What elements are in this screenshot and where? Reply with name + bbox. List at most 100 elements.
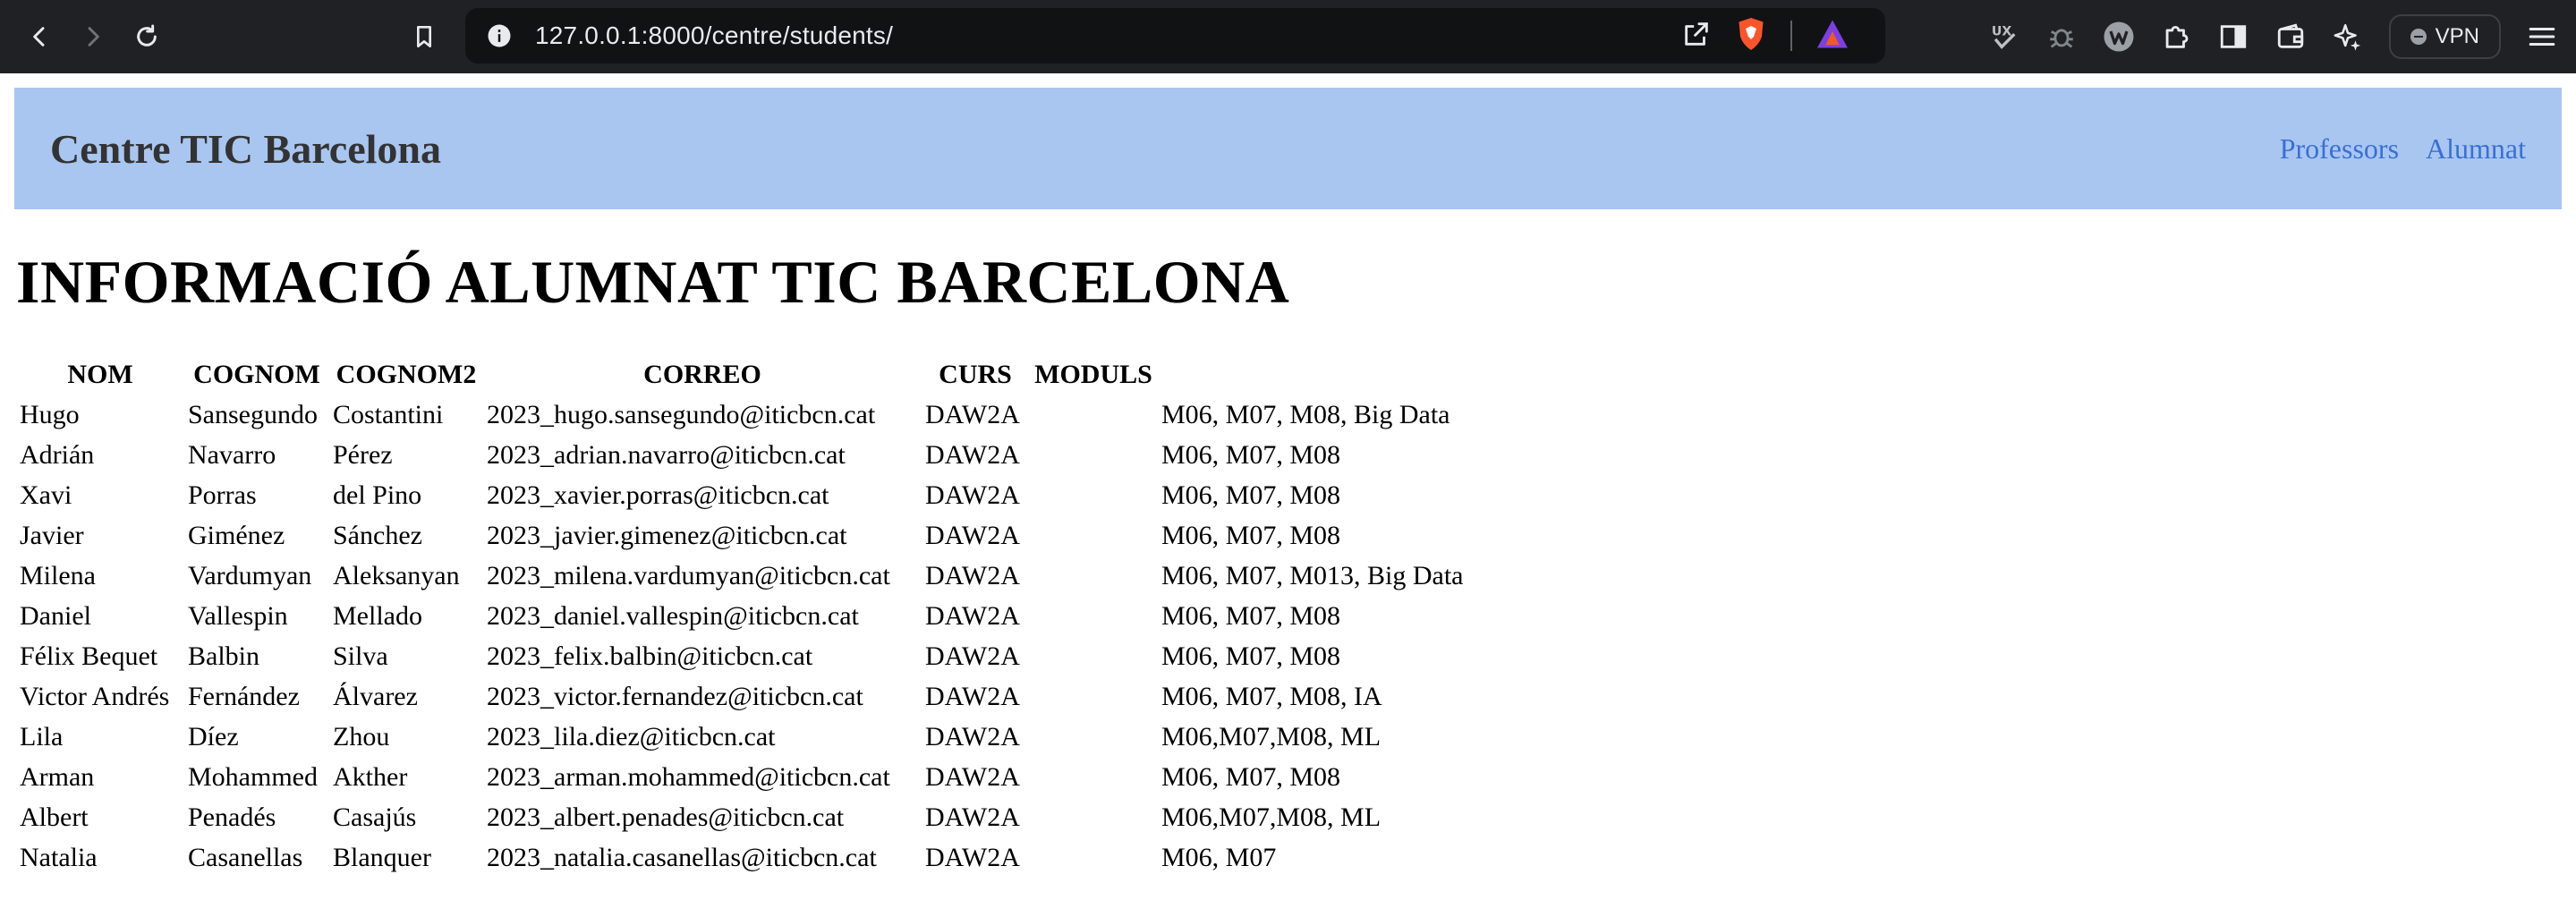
cell-empty	[1031, 596, 1156, 636]
cell-correo: 2023_albert.penades@iticbcn.cat	[487, 802, 845, 832]
cell-empty	[1031, 837, 1156, 878]
table-row: Félix Bequet Balbin Silva 2023_felix.bal…	[18, 636, 1535, 676]
column-header-empty	[1160, 355, 1535, 395]
reload-button[interactable]	[125, 15, 168, 58]
cell-curs: DAW2A	[925, 439, 1020, 470]
cell-moduls: M06, M07, M08	[1161, 761, 1341, 792]
table-row: Albert Penadés Casajús 2023_albert.penad…	[18, 797, 1535, 837]
cell-cognom: Vallespin	[188, 600, 288, 631]
cell-correo: 2023_xavier.porras@iticbcn.cat	[487, 480, 829, 510]
share-icon[interactable]	[1681, 19, 1712, 54]
cell-moduls: M06, M07, M08	[1161, 439, 1341, 470]
page-title: INFORMACIÓ ALUMNAT TIC BARCELONA	[16, 248, 1290, 316]
cell-curs: DAW2A	[925, 761, 1020, 792]
table-row: Adrián Navarro Pérez 2023_adrian.navarro…	[18, 435, 1535, 475]
cell-cognom2: Álvarez	[333, 681, 418, 711]
cell-cognom2: Pérez	[333, 439, 393, 470]
cell-moduls: M06, M07, M08	[1161, 641, 1341, 671]
cell-moduls: M06,M07,M08, ML	[1161, 721, 1382, 751]
wallet-icon[interactable]	[2274, 21, 2307, 53]
page-content: Centre TIC Barcelona Professors Alumnat …	[0, 73, 2576, 878]
cell-empty	[1031, 435, 1156, 475]
sidebar-icon[interactable]	[2217, 21, 2249, 53]
brave-rewards-icon[interactable]	[1815, 19, 1849, 54]
bug-extension-icon[interactable]	[2045, 21, 2078, 53]
cell-cognom: Penadés	[188, 802, 276, 832]
cell-curs: DAW2A	[925, 399, 1020, 429]
bookmark-button[interactable]	[403, 15, 446, 58]
table-row: Milena Vardumyan Aleksanyan 2023_milena.…	[18, 556, 1535, 596]
forward-button[interactable]	[72, 15, 115, 58]
cell-moduls: M06, M07, M08	[1161, 600, 1341, 631]
cell-empty	[1031, 556, 1156, 596]
cell-curs: DAW2A	[925, 560, 1020, 590]
cell-empty	[1031, 757, 1156, 797]
cell-empty	[1031, 515, 1156, 556]
cell-curs: DAW2A	[925, 480, 1020, 510]
nav-link-professors[interactable]: Professors	[2280, 132, 2399, 165]
cell-cognom: Fernández	[188, 681, 300, 711]
extensions-puzzle-icon[interactable]	[2160, 21, 2192, 53]
cell-nom: Milena	[20, 560, 96, 590]
cell-curs: DAW2A	[925, 842, 1020, 872]
site-header: Centre TIC Barcelona Professors Alumnat	[14, 88, 2562, 209]
cell-cognom2: Silva	[333, 641, 388, 671]
nav-link-alumnat[interactable]: Alumnat	[2426, 132, 2526, 165]
cell-moduls: M06, M07, M08	[1161, 480, 1341, 510]
cell-moduls: M06, M07	[1161, 842, 1277, 872]
brave-shield-icon[interactable]	[1735, 16, 1767, 56]
cell-nom: Arman	[20, 761, 95, 792]
cell-cognom2: Mellado	[333, 600, 422, 631]
url-text[interactable]: 127.0.0.1:8000/centre/students/	[535, 21, 893, 50]
wappalyzer-icon[interactable]	[2103, 21, 2135, 53]
address-bar[interactable]: 127.0.0.1:8000/centre/students/	[465, 8, 1885, 64]
students-table: NOM COGNOM COGNOM2 CORREO CURS MODULS Hu…	[14, 355, 1539, 878]
ux-extension-icon[interactable]: UX	[1988, 21, 2020, 53]
cell-empty	[1031, 797, 1156, 837]
cell-nom: Hugo	[20, 399, 80, 429]
cell-curs: DAW2A	[925, 802, 1020, 832]
column-header-curs: CURS	[939, 360, 1012, 389]
table-row: Victor Andrés Fernández Álvarez 2023_vic…	[18, 676, 1535, 717]
cell-empty	[1031, 717, 1156, 757]
cell-cognom2: Zhou	[333, 721, 390, 751]
divider	[1790, 21, 1792, 51]
cell-nom: Lila	[20, 721, 64, 751]
students-table-body: Hugo Sansegundo Costantini 2023_hugo.san…	[18, 395, 1535, 878]
column-header-cognom2: COGNOM2	[336, 360, 477, 389]
cell-cognom2: Sánchez	[333, 520, 422, 550]
cell-correo: 2023_lila.diez@iticbcn.cat	[487, 721, 776, 751]
column-header-moduls: MODULS	[1034, 360, 1152, 389]
table-header-row: NOM COGNOM COGNOM2 CORREO CURS MODULS	[18, 355, 1535, 395]
reload-icon	[137, 24, 157, 47]
svg-text:UX: UX	[1991, 25, 2011, 39]
vpn-button[interactable]: VPN	[2388, 14, 2501, 59]
table-row: Natalia Casanellas Blanquer 2023_natalia…	[18, 837, 1535, 878]
cell-empty	[1031, 676, 1156, 717]
cell-nom: Javier	[20, 520, 84, 550]
cell-cognom: Navarro	[188, 439, 276, 470]
cell-moduls: M06, M07, M08	[1161, 520, 1341, 550]
info-icon[interactable]	[485, 21, 514, 50]
cell-cognom2: Akther	[333, 761, 408, 792]
cell-correo: 2023_daniel.vallespin@iticbcn.cat	[487, 600, 859, 631]
cell-cognom: Porras	[188, 480, 257, 510]
menu-icon[interactable]	[2526, 21, 2558, 53]
cell-correo: 2023_hugo.sansegundo@iticbcn.cat	[487, 399, 876, 429]
arrow-right-icon	[88, 27, 99, 47]
leo-ai-icon[interactable]	[2332, 21, 2364, 53]
cell-curs: DAW2A	[925, 600, 1020, 631]
cell-nom: Natalia	[20, 842, 98, 872]
cell-curs: DAW2A	[925, 641, 1020, 671]
cell-cognom: Balbin	[188, 641, 259, 671]
column-header-cognom: COGNOM	[193, 360, 320, 389]
table-row: Daniel Vallespin Mellado 2023_daniel.val…	[18, 596, 1535, 636]
column-header-nom: NOM	[67, 360, 133, 389]
cell-moduls: M06, M07, M013, Big Data	[1161, 560, 1464, 590]
back-button[interactable]	[18, 15, 61, 58]
cell-cognom2: Blanquer	[333, 842, 431, 872]
cell-nom: Albert	[20, 802, 89, 832]
cell-correo: 2023_victor.fernandez@iticbcn.cat	[487, 681, 863, 711]
cell-cognom: Casanellas	[188, 842, 303, 872]
cell-correo: 2023_natalia.casanellas@iticbcn.cat	[487, 842, 877, 872]
